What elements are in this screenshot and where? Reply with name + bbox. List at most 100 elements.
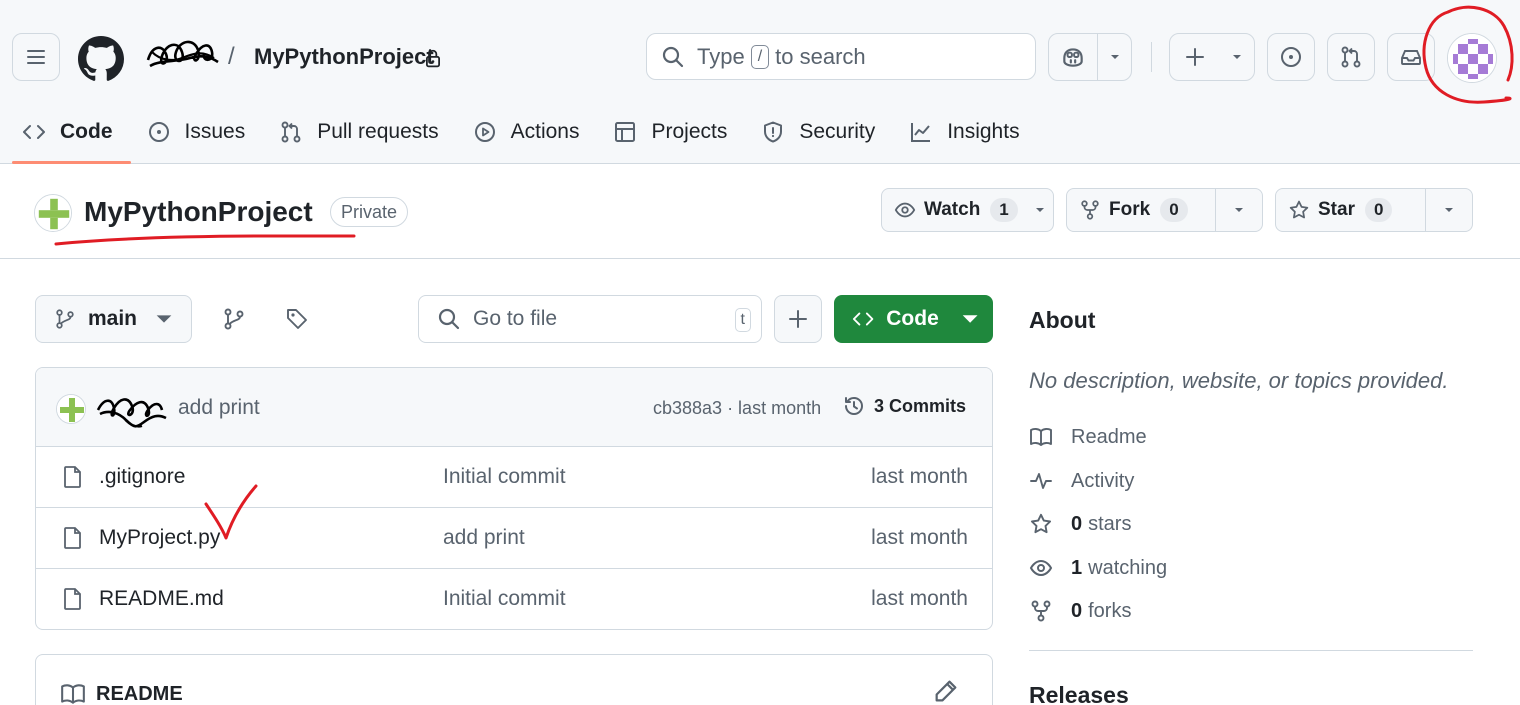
star-icon — [1030, 513, 1052, 534]
plus-icon — [1186, 48, 1204, 66]
code-dropdown-button[interactable]: Code — [834, 295, 993, 343]
commits-count-label: 3 Commits — [874, 395, 967, 416]
issue-opened-icon — [1281, 47, 1301, 67]
git-pull-request-icon — [1341, 46, 1361, 68]
copilot-menu[interactable] — [1048, 33, 1132, 81]
readme-link[interactable]: Readme — [1029, 425, 1147, 449]
readme-link-label: Readme — [1071, 425, 1147, 448]
fork-dropdown[interactable] — [1215, 189, 1262, 231]
watch-count: 1 — [990, 198, 1018, 222]
your-issues-button[interactable] — [1267, 33, 1315, 81]
branch-selector[interactable]: main — [35, 295, 192, 343]
stars-link[interactable]: 0 stars — [1029, 512, 1131, 536]
copilot-button[interactable] — [1049, 34, 1097, 80]
star-dropdown[interactable] — [1425, 189, 1472, 231]
triangle-down-icon — [1110, 55, 1119, 59]
your-pull-requests-button[interactable] — [1327, 33, 1375, 81]
tab-label: Actions — [510, 120, 580, 143]
global-search-input[interactable]: Type / to search — [646, 33, 1036, 80]
latest-commit-message[interactable]: add print — [178, 396, 260, 420]
file-name[interactable]: .gitignore — [99, 465, 185, 489]
triangle-down-icon — [1233, 55, 1241, 59]
file-row[interactable]: MyProject.py add print last month — [36, 508, 992, 569]
watch-button[interactable]: Watch 1 — [881, 188, 1054, 232]
git-pull-request-icon — [281, 121, 301, 143]
user-avatar[interactable] — [1447, 33, 1497, 83]
commit-author-avatar[interactable] — [56, 394, 86, 424]
copilot-dropdown[interactable] — [1097, 34, 1131, 80]
add-file-button[interactable] — [774, 295, 822, 343]
watching-label: watching — [1088, 556, 1168, 579]
go-to-file-shortcut: t — [734, 308, 751, 332]
issue-opened-icon — [148, 122, 169, 142]
tag-icon — [287, 309, 307, 329]
file-commit-message[interactable]: Initial commit — [443, 587, 566, 611]
create-new-menu[interactable] — [1169, 33, 1255, 81]
file-row[interactable]: README.md Initial commit last month — [36, 569, 992, 629]
file-row[interactable]: .gitignore Initial commit last month — [36, 447, 992, 508]
about-description: No description, website, or topics provi… — [1029, 368, 1449, 393]
branch-name: main — [88, 307, 138, 330]
commits-history-link[interactable]: 3 Commits — [842, 394, 966, 418]
tab-projects[interactable]: Projects — [603, 106, 745, 158]
repo-owner-avatar[interactable] — [34, 194, 72, 232]
file-name[interactable]: MyProject.py — [99, 526, 220, 550]
tab-actions[interactable]: Actions — [463, 106, 598, 158]
search-icon — [438, 308, 460, 330]
menu-button[interactable] — [12, 33, 60, 81]
tab-label: Code — [60, 120, 113, 143]
tab-label: Security — [799, 120, 876, 143]
tab-label: Issues — [184, 120, 246, 143]
fork-button[interactable]: Fork 0 — [1066, 188, 1263, 232]
branches-button[interactable] — [214, 299, 254, 339]
owner-name-redaction[interactable] — [142, 38, 222, 76]
file-icon — [64, 588, 81, 610]
fork-main[interactable]: Fork 0 — [1067, 189, 1215, 231]
forks-link[interactable]: 0 forks — [1029, 599, 1131, 623]
file-commit-date: last month — [871, 587, 968, 610]
star-main[interactable]: Star 0 — [1276, 189, 1425, 231]
latest-commit-row: add print cb388a3 · last month 3 Commits — [36, 368, 992, 447]
stars-count: 0 — [1071, 512, 1083, 535]
releases-heading[interactable]: Releases — [1029, 682, 1129, 705]
file-table: add print cb388a3 · last month 3 Commits… — [35, 367, 993, 630]
file-commit-message[interactable]: Initial commit — [443, 465, 566, 489]
book-icon — [1030, 428, 1052, 446]
readme-title[interactable]: README — [60, 681, 183, 705]
github-logo-icon[interactable] — [78, 36, 124, 82]
repo-title[interactable]: MyPythonProject — [84, 196, 313, 228]
play-icon — [474, 122, 495, 142]
repo-link[interactable]: MyPythonProject — [254, 44, 434, 70]
file-name[interactable]: README.md — [99, 587, 224, 611]
tab-issues[interactable]: Issues — [137, 106, 264, 158]
create-new-button[interactable] — [1170, 34, 1220, 80]
tags-button[interactable] — [277, 299, 317, 339]
inbox-button[interactable] — [1387, 33, 1435, 81]
activity-link[interactable]: Activity — [1029, 469, 1134, 493]
latest-commit-hash-time[interactable]: cb388a3 · last month — [653, 398, 821, 419]
global-header: / MyPythonProject Type / to search Code … — [0, 0, 1520, 164]
graph-icon — [911, 123, 931, 142]
watching-link[interactable]: 1 watching — [1029, 556, 1167, 580]
repo-tabs: Code Issues Pull requests Actions Projec… — [12, 106, 1044, 164]
tab-insights[interactable]: Insights — [899, 106, 1037, 158]
tab-label: Pull requests — [317, 120, 439, 143]
triangle-down-icon — [1445, 208, 1453, 212]
tab-pull-requests[interactable]: Pull requests — [269, 106, 456, 158]
watch-main[interactable]: Watch 1 — [882, 189, 1030, 231]
triangle-down-icon — [156, 315, 172, 323]
file-commit-message[interactable]: add print — [443, 526, 525, 550]
hamburger-icon — [27, 50, 45, 64]
commit-author-redaction[interactable] — [94, 388, 174, 432]
star-button[interactable]: Star 0 — [1275, 188, 1473, 232]
readme-title-label: README — [96, 682, 183, 705]
watch-label: Watch — [924, 199, 981, 220]
tab-security[interactable]: Security — [751, 106, 893, 158]
create-new-dropdown[interactable] — [1220, 34, 1254, 80]
inbox-icon — [1401, 50, 1421, 65]
tab-code[interactable]: Code — [12, 106, 131, 164]
go-to-file-input[interactable]: Go to file t — [418, 295, 762, 343]
star-label: Star — [1318, 199, 1355, 220]
stars-label: stars — [1088, 512, 1132, 535]
pencil-icon[interactable] — [932, 677, 960, 705]
